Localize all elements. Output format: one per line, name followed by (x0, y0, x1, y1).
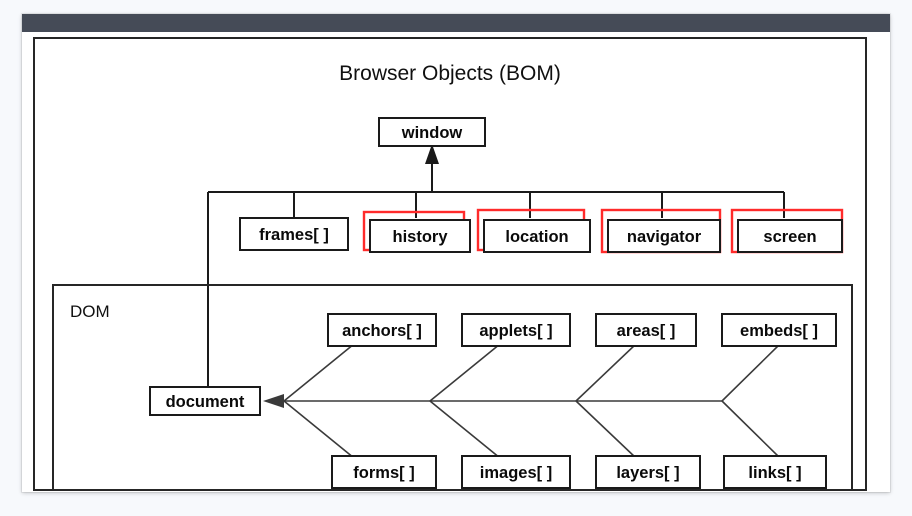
bom-diagram: Browser Objects (BOM) window frames[] h… (22, 32, 890, 492)
node-window-label: window (401, 124, 463, 142)
node-location-label: location (505, 228, 568, 246)
node-areas-label: areas[ ] (617, 322, 676, 340)
node-frames[interactable]: frames[ ] (239, 217, 349, 251)
node-embeds-label: embeds[ ] (740, 322, 818, 340)
node-anchors[interactable]: anchors[ ] (327, 313, 437, 347)
connector-applets (429, 343, 501, 402)
arrowhead-document (263, 394, 284, 408)
node-forms-label: forms[ ] (353, 464, 414, 482)
node-layers[interactable]: layers[ ] (595, 455, 701, 489)
node-history-label: history (392, 228, 448, 246)
node-links-label: links[ ] (748, 464, 801, 482)
node-anchors-label: anchors[ ] (342, 322, 422, 340)
node-embeds[interactable]: embeds[ ] (721, 313, 837, 347)
node-location[interactable]: location (476, 208, 591, 253)
node-areas[interactable]: areas[ ] (595, 313, 697, 347)
dom-group-label: DOM (70, 302, 110, 321)
node-forms[interactable]: forms[ ] (331, 455, 437, 489)
connector-links (721, 400, 781, 459)
node-document-label: document (166, 393, 245, 411)
node-navigator-label: navigator (627, 228, 702, 246)
connector-forms (283, 400, 355, 459)
node-document[interactable]: document (149, 386, 261, 416)
bom-diagram-svg: Browser Objects (BOM) window frames[] h… (33, 37, 867, 491)
node-frames-label: frames[ ] (259, 226, 329, 244)
diagram-outer-frame (33, 37, 867, 491)
connector-images (429, 400, 501, 459)
node-layers-label: layers[ ] (616, 464, 679, 482)
connector-embeds (721, 343, 781, 402)
diagram-title: Browser Objects (BOM) (339, 62, 561, 85)
node-links[interactable]: links[ ] (723, 455, 827, 489)
node-applets[interactable]: applets[ ] (461, 313, 571, 347)
node-images[interactable]: images[ ] (461, 455, 571, 489)
figure-card: Browser Objects (BOM) window frames[] h… (22, 14, 890, 492)
window-titlebar (22, 14, 890, 32)
screenshot-root: Browser Objects (BOM) window frames[] h… (0, 0, 912, 516)
connector-layers (575, 400, 637, 459)
node-images-label: images[ ] (480, 464, 552, 482)
node-applets-label: applets[ ] (479, 322, 552, 340)
node-screen-label: screen (763, 228, 816, 246)
connector-areas (575, 343, 637, 402)
connector-anchors (283, 343, 355, 402)
node-screen[interactable]: screen (730, 208, 844, 254)
node-window[interactable]: window (378, 117, 486, 147)
